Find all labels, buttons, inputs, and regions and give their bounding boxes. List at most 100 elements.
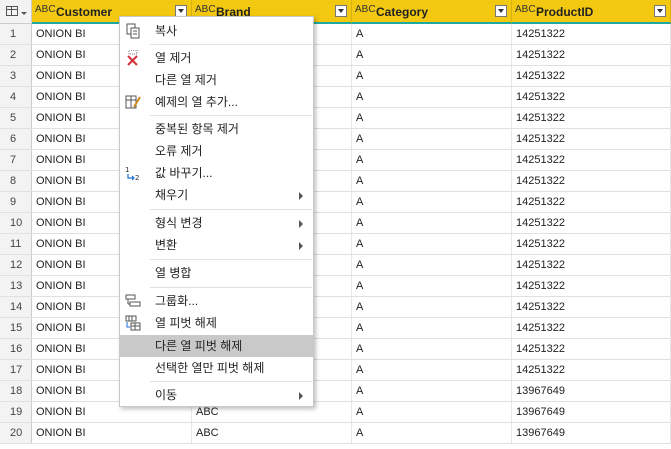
cell-productid[interactable]: 14251322 [512, 213, 671, 233]
cell-productid[interactable]: 14251322 [512, 150, 671, 170]
menu-item[interactable]: 변환 [120, 234, 313, 256]
cell-productid[interactable]: 14251322 [512, 276, 671, 296]
row-number[interactable]: 13 [0, 276, 32, 296]
menu-item[interactable]: 복사 [120, 20, 313, 42]
row-number[interactable]: 10 [0, 213, 32, 233]
filter-dropdown-icon[interactable] [335, 5, 347, 17]
column-name: ProductID [536, 5, 594, 19]
menu-item[interactable]: 열 제거 [120, 47, 313, 69]
row-number[interactable]: 7 [0, 150, 32, 170]
cell-category[interactable]: A [352, 171, 512, 191]
cell-productid[interactable]: 14251322 [512, 318, 671, 338]
row-number[interactable]: 1 [0, 24, 32, 44]
row-number[interactable]: 9 [0, 192, 32, 212]
menu-item-label: 오류 제거 [155, 144, 203, 158]
cell-productid[interactable]: 14251322 [512, 45, 671, 65]
cell-category[interactable]: A [352, 24, 512, 44]
row-number[interactable]: 8 [0, 171, 32, 191]
cell-productid[interactable]: 14251322 [512, 339, 671, 359]
cell-productid[interactable]: 14251322 [512, 171, 671, 191]
menu-item[interactable]: 예제의 열 추가... [120, 91, 313, 113]
table-row: 2 ONION BI A 14251322 [0, 45, 671, 66]
cell-productid[interactable]: 13967649 [512, 423, 671, 443]
column-header-productid[interactable]: ABC ProductID [512, 0, 671, 24]
text-type-icon[interactable]: ABC [515, 4, 536, 15]
cell-category[interactable]: A [352, 297, 512, 317]
cell-category[interactable]: A [352, 87, 512, 107]
cell-category[interactable]: A [352, 129, 512, 149]
row-number[interactable]: 20 [0, 423, 32, 443]
menu-item[interactable]: 채우기 [120, 184, 313, 206]
cell-customer[interactable]: ONION BI [32, 423, 192, 443]
row-number[interactable]: 17 [0, 360, 32, 380]
menu-item[interactable]: 열 병합 [120, 262, 313, 284]
column-header-category[interactable]: ABC Category [352, 0, 512, 24]
table-row: 12 ONION BI A 14251322 [0, 255, 671, 276]
row-number[interactable]: 18 [0, 381, 32, 401]
cell-category[interactable]: A [352, 66, 512, 86]
cell-productid[interactable]: 14251322 [512, 87, 671, 107]
cell-productid[interactable]: 14251322 [512, 255, 671, 275]
menu-item[interactable]: 형식 변경 [120, 212, 313, 234]
row-number[interactable]: 3 [0, 66, 32, 86]
cell-category[interactable]: A [352, 402, 512, 422]
row-number[interactable]: 4 [0, 87, 32, 107]
menu-item[interactable]: 중복된 항목 제거 [120, 118, 313, 140]
cell-category[interactable]: A [352, 108, 512, 128]
cell-productid[interactable]: 13967649 [512, 402, 671, 422]
filter-dropdown-icon[interactable] [654, 5, 666, 17]
row-number[interactable]: 19 [0, 402, 32, 422]
cell-productid[interactable]: 14251322 [512, 297, 671, 317]
cell-category[interactable]: A [352, 213, 512, 233]
menu-separator [150, 115, 312, 116]
table-menu-button[interactable] [0, 0, 32, 24]
cell-category[interactable]: A [352, 381, 512, 401]
cell-category[interactable]: A [352, 318, 512, 338]
menu-item[interactable]: 열 피벗 해제 [120, 312, 313, 334]
cell-productid[interactable]: 14251322 [512, 108, 671, 128]
cell-productid[interactable]: 14251322 [512, 192, 671, 212]
menu-item[interactable]: 다른 열 제거 [120, 69, 313, 91]
column-context-menu: 복사열 제거 다른 열 제거 예제의 열 추가... 중복된 항목 제거오류 제거 1 2… [119, 16, 314, 407]
cell-brand[interactable]: ABC [192, 423, 352, 443]
cell-category[interactable]: A [352, 150, 512, 170]
menu-item[interactable]: 그룹화... [120, 290, 313, 312]
cell-productid[interactable]: 13967649 [512, 381, 671, 401]
cell-category[interactable]: A [352, 192, 512, 212]
menu-item[interactable]: 다른 열 피벗 해제 [120, 335, 313, 357]
cell-category[interactable]: A [352, 423, 512, 443]
cell-category[interactable]: A [352, 45, 512, 65]
cell-productid[interactable]: 14251322 [512, 129, 671, 149]
column-name: Category [376, 5, 429, 19]
table-row: 9 ONION BI A 14251322 [0, 192, 671, 213]
row-number[interactable]: 5 [0, 108, 32, 128]
menu-item[interactable]: 이동 [120, 384, 313, 406]
row-number[interactable]: 2 [0, 45, 32, 65]
row-number[interactable]: 15 [0, 318, 32, 338]
cell-category[interactable]: A [352, 234, 512, 254]
row-number[interactable]: 14 [0, 297, 32, 317]
table-row: 16 ONION BI A 14251322 [0, 339, 671, 360]
row-number[interactable]: 6 [0, 129, 32, 149]
cell-productid[interactable]: 14251322 [512, 24, 671, 44]
filter-dropdown-icon[interactable] [495, 5, 507, 17]
cell-category[interactable]: A [352, 276, 512, 296]
menu-item[interactable]: 12 값 바꾸기... [120, 162, 313, 184]
chevron-right-icon [299, 192, 303, 200]
text-type-icon[interactable]: ABC [195, 4, 216, 15]
menu-item[interactable]: 오류 제거 [120, 140, 313, 162]
cell-category[interactable]: A [352, 255, 512, 275]
cell-productid[interactable]: 14251322 [512, 234, 671, 254]
cell-productid[interactable]: 14251322 [512, 66, 671, 86]
menu-separator [150, 381, 312, 382]
row-number[interactable]: 12 [0, 255, 32, 275]
row-number[interactable]: 11 [0, 234, 32, 254]
text-type-icon[interactable]: ABC [355, 4, 376, 15]
text-type-icon[interactable]: ABC [35, 4, 56, 15]
cell-category[interactable]: A [352, 360, 512, 380]
cell-category[interactable]: A [352, 339, 512, 359]
menu-item[interactable]: 선택한 열만 피벗 해제 [120, 357, 313, 379]
menu-separator [150, 209, 312, 210]
cell-productid[interactable]: 14251322 [512, 360, 671, 380]
row-number[interactable]: 16 [0, 339, 32, 359]
